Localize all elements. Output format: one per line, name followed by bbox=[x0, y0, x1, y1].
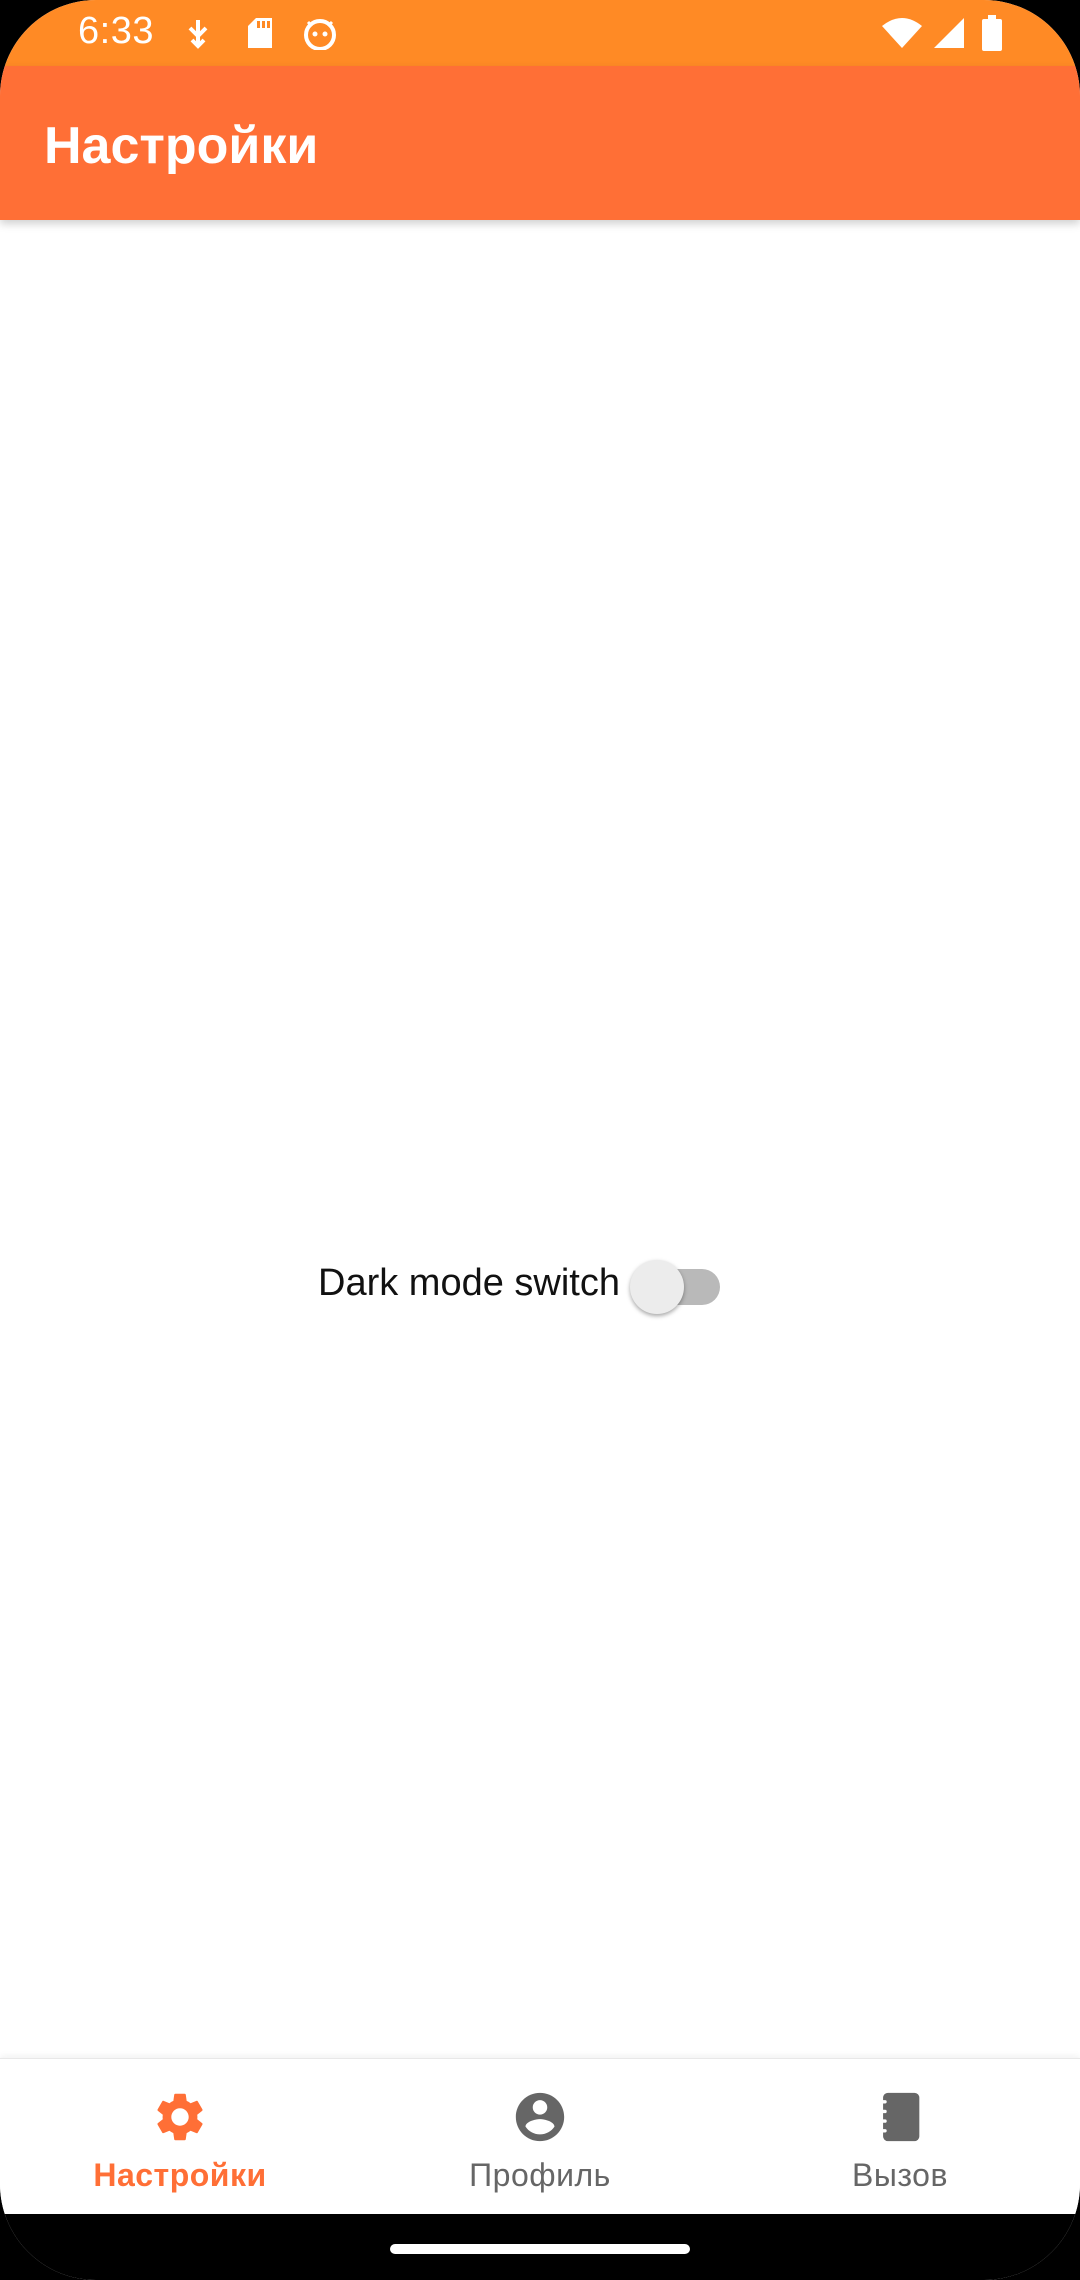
gesture-handle[interactable] bbox=[390, 2244, 690, 2254]
gear-icon bbox=[150, 2087, 210, 2147]
android-icon bbox=[300, 14, 340, 52]
usb-debug-icon bbox=[180, 14, 216, 52]
device-frame: 6:33 Настройки Dark mode switch Настройк… bbox=[0, 0, 1080, 2280]
status-time: 6:33 bbox=[78, 10, 154, 52]
page-title: Настройки bbox=[44, 117, 319, 175]
nav-label-call: Вызов bbox=[852, 2157, 948, 2193]
settings-content: Dark mode switch bbox=[0, 220, 1080, 2058]
contacts-book-icon bbox=[870, 2087, 930, 2147]
dark-mode-switch[interactable] bbox=[629, 1253, 726, 1314]
nav-label-settings: Настройки bbox=[93, 2157, 267, 2193]
battery-icon bbox=[978, 14, 1006, 52]
dark-mode-label: Dark mode switch bbox=[318, 1261, 620, 1304]
nav-item-call[interactable]: Вызов bbox=[720, 2059, 1080, 2214]
bottom-navigation: Настройки Профиль Вызов bbox=[0, 2058, 1080, 2214]
signal-icon bbox=[928, 14, 968, 52]
app-screen: 6:33 Настройки Dark mode switch Настройк… bbox=[0, 0, 1080, 2280]
sd-card-icon bbox=[242, 14, 278, 52]
wifi-icon bbox=[880, 14, 924, 52]
account-circle-icon bbox=[510, 2087, 570, 2147]
dark-mode-row: Dark mode switch bbox=[318, 1248, 726, 1318]
nav-item-profile[interactable]: Профиль bbox=[360, 2059, 720, 2214]
status-bar: 6:33 bbox=[0, 0, 1080, 66]
switch-thumb bbox=[629, 1260, 684, 1314]
app-bar: Настройки bbox=[0, 66, 1080, 220]
nav-label-profile: Профиль bbox=[469, 2157, 611, 2193]
gesture-navigation-area bbox=[0, 2214, 1080, 2280]
nav-item-settings[interactable]: Настройки bbox=[0, 2059, 360, 2214]
